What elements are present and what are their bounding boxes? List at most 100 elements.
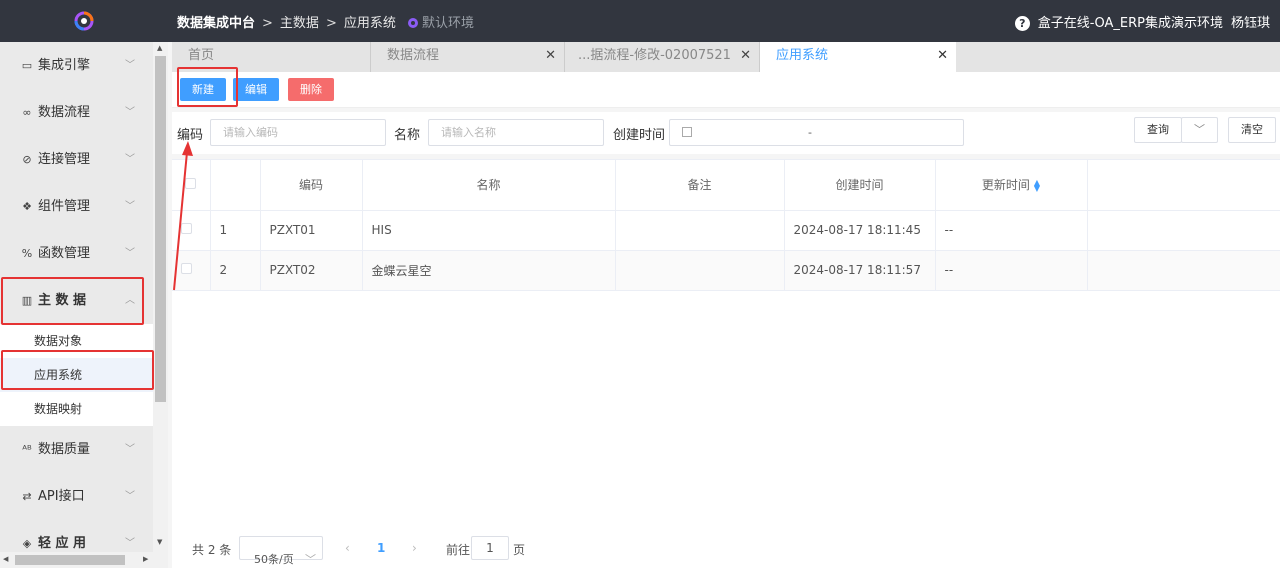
tab-data-flow[interactable]: 数据流程 ✕ bbox=[371, 42, 565, 72]
select-all-checkbox[interactable] bbox=[185, 177, 197, 189]
scroll-left-arrow-icon[interactable]: ◀ bbox=[3, 555, 8, 563]
scrollbar-thumb[interactable] bbox=[15, 555, 125, 565]
environment-icon bbox=[408, 18, 418, 28]
chevron-down-icon: ﹀ bbox=[125, 491, 135, 502]
row-code: PZXT01 bbox=[260, 210, 363, 251]
sidebar-item-data-mapping[interactable]: 数据映射 bbox=[0, 392, 153, 426]
row-created: 2024-08-17 18:11:57 bbox=[784, 250, 936, 291]
table-row[interactable]: 2 PZXT02 金蝶云星空 2024-08-17 18:11:57 -- bbox=[172, 250, 1280, 291]
sidebar-item-connection[interactable]: ⊘ 连接管理 ﹀ bbox=[0, 136, 153, 183]
environment-selector[interactable]: 默认环境 bbox=[407, 12, 474, 31]
close-icon[interactable]: ✕ bbox=[937, 42, 948, 70]
chevron-down-icon: ﹀ bbox=[125, 538, 135, 549]
infinity-icon: ∞ bbox=[22, 106, 32, 119]
select-all-cell[interactable] bbox=[172, 160, 211, 211]
environment-label: 默认环境 bbox=[422, 16, 475, 31]
prev-page-icon[interactable]: ‹ bbox=[345, 541, 350, 555]
user-name[interactable]: 杨钰琪 bbox=[1231, 16, 1270, 31]
header-updated[interactable]: 更新时间 ▲ ▼ bbox=[935, 160, 1088, 211]
row-checkbox-cell[interactable] bbox=[172, 210, 211, 251]
sidebar-item-functions[interactable]: % 函数管理 ﹀ bbox=[0, 230, 153, 277]
table-header-row: 编码 名称 备注 创建时间 更新时间 ▲ ▼ bbox=[172, 160, 1280, 211]
tab-home[interactable]: 首页 bbox=[172, 42, 371, 72]
tab-data-flow-edit[interactable]: ...据流程-修改-02007521 ✕ bbox=[565, 42, 760, 72]
sidebar-item-integration-engine[interactable]: ▭ 集成引擎 ﹀ bbox=[0, 42, 153, 89]
percent-icon: % bbox=[21, 247, 33, 260]
row-remark bbox=[615, 250, 785, 291]
row-index: 1 bbox=[210, 210, 261, 251]
top-bar: 数据集成中台 > 主数据 > 应用系统 默认环境 ? 盒子在线-OA_ERP集成演示环境杨… bbox=[0, 0, 1280, 42]
filter-bar: 编码 请输入编码 名称 请输入名称 创建时间 - 查询 ﹀ 清空 bbox=[172, 112, 1280, 154]
delete-button[interactable]: 删除 bbox=[288, 78, 334, 101]
sidebar-item-app-system[interactable]: 应用系统 bbox=[0, 358, 153, 392]
link-icon: ⊘ bbox=[22, 153, 32, 166]
sidebar-item-data-object[interactable]: 数据对象 bbox=[0, 324, 153, 358]
close-icon[interactable]: ✕ bbox=[740, 42, 751, 70]
scroll-down-arrow-icon[interactable]: ▼ bbox=[157, 538, 162, 546]
create-time-range-picker[interactable]: - bbox=[669, 119, 964, 146]
breadcrumb-item-master-data[interactable]: 主数据 bbox=[280, 16, 319, 31]
code-input[interactable]: 请输入编码 bbox=[210, 119, 386, 146]
breadcrumb-root[interactable]: 数据集成中台 bbox=[177, 16, 255, 31]
page-number-current[interactable]: 1 bbox=[377, 541, 385, 555]
monitor-icon: ▭ bbox=[21, 59, 33, 72]
chevron-down-icon: ﹀ bbox=[125, 107, 135, 118]
sidebar-item-master-data[interactable]: ▥ 主 数 据 ︿ bbox=[0, 277, 153, 324]
name-label: 名称 bbox=[394, 128, 421, 143]
row-code: PZXT02 bbox=[260, 250, 363, 291]
swap-icon: ⇄ bbox=[22, 490, 32, 503]
index-header bbox=[210, 160, 261, 211]
row-remark bbox=[615, 210, 785, 251]
row-checkbox[interactable] bbox=[181, 263, 192, 274]
breadcrumb-item-app-system: 应用系统 bbox=[343, 16, 396, 31]
query-button[interactable]: 查询 bbox=[1134, 117, 1182, 143]
user-area: ? 盒子在线-OA_ERP集成演示环境 杨钰琪 bbox=[1014, 12, 1270, 31]
sidebar-menu: ▭ 集成引擎 ﹀ ∞ 数据流程 ﹀ ⊘ 连接管理 ﹀ ❖ 组件管理 ﹀ % 函数管理 ﹀ ▥ 主 数 … bbox=[0, 42, 153, 552]
row-checkbox[interactable] bbox=[181, 223, 192, 234]
clear-button[interactable]: 清空 bbox=[1228, 117, 1276, 143]
create-time-label: 创建时间 bbox=[613, 128, 666, 143]
sidebar-item-components[interactable]: ❖ 组件管理 ﹀ bbox=[0, 183, 153, 230]
sidebar-item-data-flow[interactable]: ∞ 数据流程 ﹀ bbox=[0, 89, 153, 136]
header-name: 名称 bbox=[362, 160, 616, 211]
tenant-name[interactable]: 盒子在线-OA_ERP集成演示环境 bbox=[1038, 16, 1223, 31]
main-content: 首页 数据流程 ✕ ...据流程-修改-02007521 ✕ 应用系统 ✕ 新建 编辑… bbox=[168, 42, 1280, 568]
tab-app-system[interactable]: 应用系统 ✕ bbox=[760, 42, 956, 72]
sidebar-item-light-app[interactable]: ◈ 轻 应 用 ﹀ bbox=[0, 520, 153, 552]
sidebar-horizontal-scrollbar[interactable]: ◀ ▶ bbox=[0, 552, 168, 568]
goto-page-input[interactable]: 1 bbox=[471, 536, 509, 560]
row-spacer bbox=[1087, 210, 1280, 251]
chevron-down-icon: ﹀ bbox=[125, 444, 135, 455]
page-size-select[interactable]: 50条/页 ﹀ bbox=[239, 536, 323, 566]
sidebar-submenu-master-data: 数据对象 应用系统 数据映射 bbox=[0, 324, 153, 426]
sidebar: ▭ 集成引擎 ﹀ ∞ 数据流程 ﹀ ⊘ 连接管理 ﹀ ❖ 组件管理 ﹀ % 函数管理 ﹀ ▥ 主 数 … bbox=[0, 42, 168, 568]
header-created: 创建时间 bbox=[784, 160, 936, 211]
row-updated: -- bbox=[935, 210, 1088, 251]
scroll-up-arrow-icon[interactable]: ▲ bbox=[157, 44, 162, 52]
code-label: 编码 bbox=[177, 128, 204, 143]
pagination: 共 2 条 50条/页 ﹀ ‹ 1 › 前往 1 页 bbox=[172, 529, 1280, 568]
chevron-down-icon: ﹀ bbox=[125, 60, 135, 71]
edit-button[interactable]: 编辑 bbox=[233, 78, 279, 101]
help-icon[interactable]: ? bbox=[1014, 16, 1030, 31]
row-checkbox-cell[interactable] bbox=[172, 250, 211, 291]
app-logo-icon[interactable] bbox=[74, 11, 94, 31]
sidebar-vertical-scrollbar[interactable]: ▲ ▼ bbox=[153, 42, 168, 552]
chevron-down-icon: ﹀ bbox=[125, 154, 135, 165]
sidebar-item-api[interactable]: ⇄ API接口 ﹀ bbox=[0, 473, 153, 520]
new-button[interactable]: 新建 bbox=[180, 78, 226, 101]
name-input[interactable]: 请输入名称 bbox=[428, 119, 604, 146]
query-dropdown-chevron-icon[interactable]: ﹀ bbox=[1181, 117, 1218, 143]
next-page-icon[interactable]: › bbox=[412, 541, 417, 555]
goto-label: 前往 bbox=[446, 543, 471, 557]
toolbar: 新建 编辑 删除 bbox=[172, 72, 1280, 108]
header-code: 编码 bbox=[260, 160, 363, 211]
scroll-right-arrow-icon[interactable]: ▶ bbox=[143, 555, 148, 563]
sidebar-item-data-quality[interactable]: ᴬᴮ 数据质量 ﹀ bbox=[0, 426, 153, 473]
sort-icon[interactable]: ▲ ▼ bbox=[1034, 179, 1040, 193]
close-icon[interactable]: ✕ bbox=[545, 42, 556, 70]
scrollbar-thumb[interactable] bbox=[155, 56, 166, 402]
components-icon: ❖ bbox=[22, 200, 32, 213]
table-row[interactable]: 1 PZXT01 HIS 2024-08-17 18:11:45 -- bbox=[172, 210, 1280, 251]
cube-icon: ◈ bbox=[22, 537, 32, 550]
